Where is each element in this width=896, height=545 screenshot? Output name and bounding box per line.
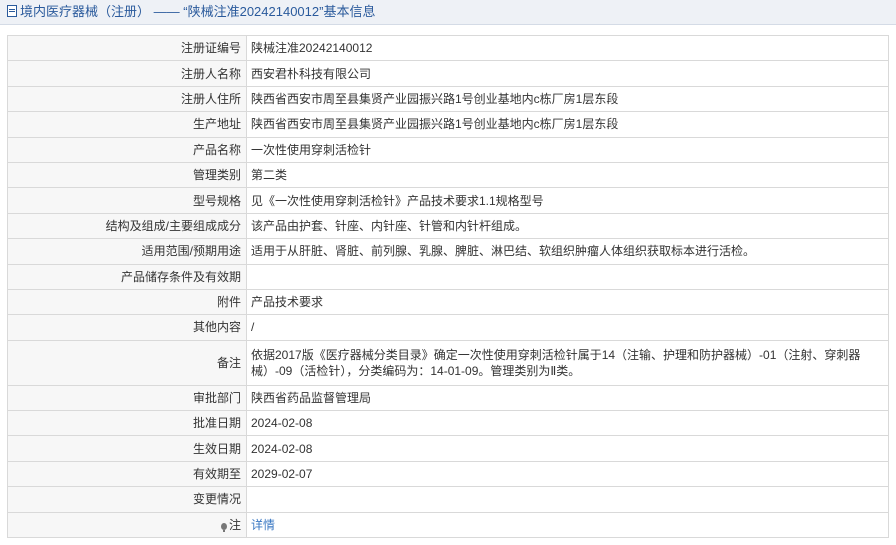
table-row: 产品储存条件及有效期 xyxy=(7,263,889,290)
row-value: 2024-02-08 xyxy=(246,410,889,437)
note-value-cell: 详情 xyxy=(246,511,889,539)
header-category: 境内医疗器械（注册） xyxy=(20,4,151,19)
table-row: 审批部门 陕西省药品监督管理局 xyxy=(7,384,889,412)
row-value: 第二类 xyxy=(246,161,889,189)
table-row: 管理类别 第二类 xyxy=(7,161,889,189)
detail-table: 注册证编号 陕械注准20242140012 注册人名称 西安君朴科技有限公司 注册人… xyxy=(7,34,889,539)
row-label: 注册证编号 xyxy=(7,34,247,62)
row-label: 型号规格 xyxy=(7,187,247,214)
row-value: 陕西省药品监督管理局 xyxy=(246,384,889,412)
detail-table-wrapper: 注册证编号 陕械注准20242140012 注册人名称 西安君朴科技有限公司 注册人… xyxy=(7,34,889,539)
row-label: 生效日期 xyxy=(7,435,247,462)
row-label: 注册人住所 xyxy=(7,85,247,113)
row-value: 2024-02-08 xyxy=(246,435,889,462)
row-value: 见《一次性使用穿刺活检针》产品技术要求1.1规格型号 xyxy=(246,187,889,214)
table-row: 变更情况 xyxy=(7,486,889,513)
table-row: 备注 依据2017版《医疗器械分类目录》确定一次性使用穿刺活检针属于14（注输、护… xyxy=(7,339,889,386)
row-label: 产品储存条件及有效期 xyxy=(7,263,247,290)
table-row: 型号规格 见《一次性使用穿刺活检针》产品技术要求1.1规格型号 xyxy=(7,187,889,214)
row-value: 西安君朴科技有限公司 xyxy=(246,60,889,87)
table-row: 结构及组成/主要组成成分 该产品由护套、针座、内针座、针管和内针杆组成。 xyxy=(7,212,889,240)
row-label: 结构及组成/主要组成成分 xyxy=(7,212,247,240)
row-label: 产品名称 xyxy=(7,136,247,163)
header-separator: —— xyxy=(153,4,180,19)
row-value xyxy=(246,263,889,290)
row-value: 陕西省西安市周至县集贤产业园振兴路1号创业基地内c栋厂房1层东段 xyxy=(246,85,889,113)
row-value: 陕械注准20242140012 xyxy=(246,34,889,62)
table-row-note: 注 详情 xyxy=(7,511,889,539)
row-label: 其他内容 xyxy=(7,314,247,341)
row-value: 适用于从肝脏、肾脏、前列腺、乳腺、脾脏、淋巴结、软组织肿瘤人体组织获取标本进行活… xyxy=(246,238,889,265)
table-row: 附件 产品技术要求 xyxy=(7,288,889,316)
table-row: 有效期至 2029-02-07 xyxy=(7,460,889,488)
row-label: 备注 xyxy=(7,339,247,386)
note-label: 注 xyxy=(228,517,241,532)
row-label: 批准日期 xyxy=(7,410,247,437)
row-value: 依据2017版《医疗器械分类目录》确定一次性使用穿刺活检针属于14（注输、护理和… xyxy=(246,339,889,386)
header-title: “陕械注准20242140012”基本信息 xyxy=(183,4,376,19)
row-value: 产品技术要求 xyxy=(246,288,889,316)
lightbulb-icon xyxy=(220,522,227,532)
table-row: 批准日期 2024-02-08 xyxy=(7,410,889,437)
row-value: 2029-02-07 xyxy=(246,460,889,488)
table-row: 生效日期 2024-02-08 xyxy=(7,435,889,462)
table-row: 适用范围/预期用途 适用于从肝脏、肾脏、前列腺、乳腺、脾脏、淋巴结、软组织肿瘤人体… xyxy=(7,238,889,265)
table-row: 注册证编号 陕械注准20242140012 xyxy=(7,34,889,62)
row-value xyxy=(246,486,889,513)
table-row: 注册人名称 西安君朴科技有限公司 xyxy=(7,60,889,87)
row-value: / xyxy=(246,314,889,341)
row-label: 附件 xyxy=(7,288,247,316)
row-label: 审批部门 xyxy=(7,384,247,412)
row-label: 注册人名称 xyxy=(7,60,247,87)
note-label-cell: 注 xyxy=(7,511,247,539)
row-value: 陕西省西安市周至县集贤产业园振兴路1号创业基地内c栋厂房1层东段 xyxy=(246,111,889,138)
page-header: 境内医疗器械（注册） —— “陕械注准20242140012”基本信息 xyxy=(0,0,896,25)
row-label: 变更情况 xyxy=(7,486,247,513)
row-label: 管理类别 xyxy=(7,161,247,189)
table-row: 生产地址 陕西省西安市周至县集贤产业园振兴路1号创业基地内c栋厂房1层东段 xyxy=(7,111,889,138)
details-link[interactable]: 详情 xyxy=(251,518,275,532)
row-value: 一次性使用穿刺活检针 xyxy=(246,136,889,163)
row-label: 适用范围/预期用途 xyxy=(7,238,247,265)
row-label: 生产地址 xyxy=(7,111,247,138)
table-row: 注册人住所 陕西省西安市周至县集贤产业园振兴路1号创业基地内c栋厂房1层东段 xyxy=(7,85,889,113)
table-row: 其他内容 / xyxy=(7,314,889,341)
table-row: 产品名称 一次性使用穿刺活检针 xyxy=(7,136,889,163)
row-value: 该产品由护套、针座、内针座、针管和内针杆组成。 xyxy=(246,212,889,240)
row-label: 有效期至 xyxy=(7,460,247,488)
document-icon xyxy=(7,5,17,17)
